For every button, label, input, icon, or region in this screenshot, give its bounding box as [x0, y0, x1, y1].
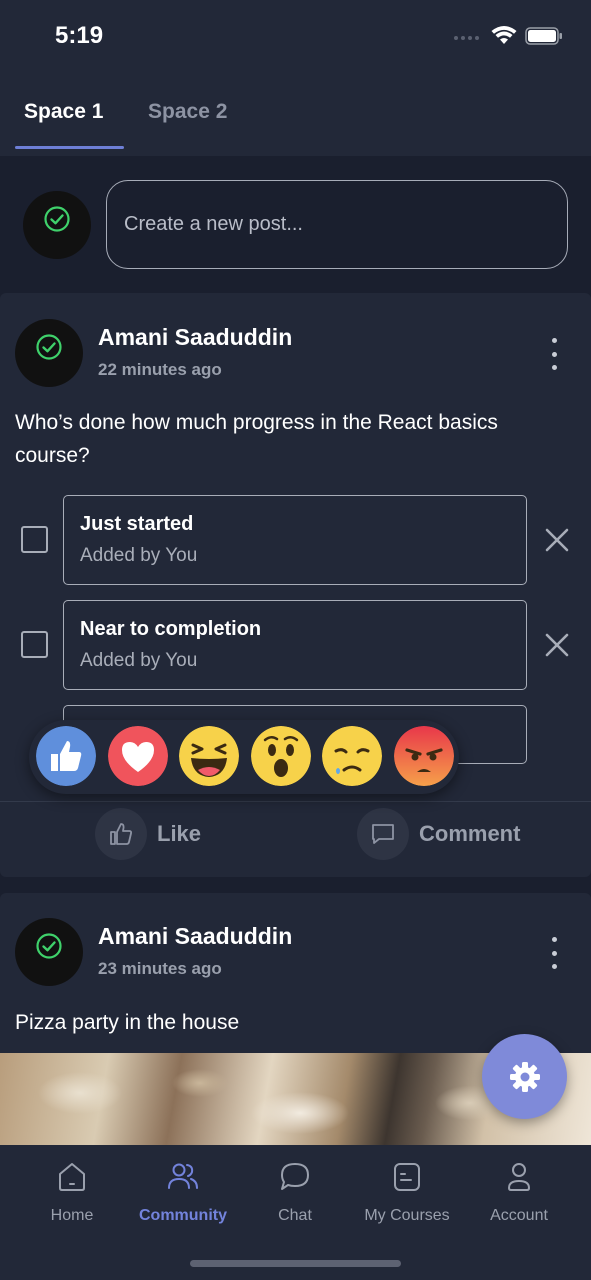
close-icon[interactable] — [544, 632, 570, 658]
avatar[interactable] — [23, 191, 91, 259]
settings-button[interactable] — [482, 1034, 567, 1119]
chat-icon — [281, 1163, 309, 1190]
home-indicator[interactable] — [190, 1260, 401, 1267]
comment-icon — [357, 808, 409, 860]
check-circle-icon — [36, 334, 62, 360]
post-time: 22 minutes ago — [98, 360, 222, 379]
more-options-icon[interactable] — [546, 338, 562, 370]
poll-option-title: Just started — [80, 513, 194, 535]
avatar[interactable] — [15, 319, 83, 387]
like-button[interactable]: Like — [95, 808, 201, 860]
love-reaction-icon[interactable] — [108, 726, 168, 786]
nav-account[interactable]: Account — [464, 1159, 574, 1225]
nav-my-courses-label: My Courses — [364, 1207, 450, 1224]
nav-home-label: Home — [50, 1207, 94, 1224]
like-icon — [95, 808, 147, 860]
nav-account-label: Account — [490, 1207, 548, 1224]
post-text: Pizza party in the house — [15, 1011, 240, 1034]
status-bar: 5:19 — [0, 0, 591, 76]
wow-reaction-icon[interactable] — [251, 726, 311, 786]
account-icon — [508, 1163, 530, 1191]
courses-icon — [394, 1163, 420, 1191]
gear-icon — [509, 1061, 540, 1092]
check-circle-icon — [36, 933, 62, 959]
poll-checkbox[interactable] — [21, 631, 48, 658]
nav-community[interactable]: Community — [128, 1159, 238, 1225]
more-options-icon[interactable] — [546, 937, 562, 969]
poll-option-subtitle: Added by You — [80, 650, 198, 671]
post-author[interactable]: Amani Saaduddin — [98, 923, 292, 950]
divider — [0, 801, 591, 802]
home-icon — [59, 1163, 85, 1191]
poll-option: Just started Added by You — [0, 495, 591, 585]
nav-chat-label: Chat — [278, 1207, 312, 1224]
poll-checkbox[interactable] — [21, 526, 48, 553]
sad-reaction-icon[interactable] — [322, 726, 382, 786]
comment-label: Comment — [419, 821, 521, 846]
angry-reaction-icon[interactable] — [394, 726, 454, 786]
reactions-picker — [29, 720, 459, 794]
signal-icon — [454, 36, 479, 40]
poll-option: Near to completion Added by You — [0, 600, 591, 690]
active-tab-indicator — [15, 146, 124, 149]
nav-community-label: Community — [139, 1207, 227, 1224]
like-label: Like — [157, 821, 202, 846]
close-icon[interactable] — [544, 527, 570, 553]
nav-chat[interactable]: Chat — [240, 1159, 350, 1225]
status-icons — [453, 26, 563, 46]
space-tabs: Space 1 Space 2 — [0, 76, 591, 156]
tab-space-1[interactable]: Space 1 — [24, 100, 103, 124]
comment-button[interactable]: Comment — [357, 808, 520, 860]
post-author[interactable]: Amani Saaduddin — [98, 324, 292, 351]
community-icon — [168, 1163, 198, 1189]
nav-my-courses[interactable]: My Courses — [352, 1159, 462, 1225]
check-circle-icon — [44, 206, 70, 232]
like-reaction-icon[interactable] — [36, 726, 96, 786]
post-text: Who’s done how much progress in the Reac… — [15, 411, 498, 467]
tab-space-2[interactable]: Space 2 — [148, 100, 227, 124]
poll-option-subtitle: Added by You — [80, 545, 198, 566]
poll-option-box[interactable]: Near to completion Added by You — [63, 600, 527, 690]
poll-option-title: Near to completion — [80, 618, 262, 640]
status-time: 5:19 — [55, 22, 104, 49]
haha-reaction-icon[interactable] — [179, 726, 239, 786]
post-time: 23 minutes ago — [98, 959, 222, 978]
avatar[interactable] — [15, 918, 83, 986]
create-post-input[interactable]: Create a new post... — [106, 180, 568, 269]
poll-option-box[interactable]: Just started Added by You — [63, 495, 527, 585]
nav-home[interactable]: Home — [17, 1159, 127, 1225]
post-composer: Create a new post... — [0, 156, 591, 284]
battery-icon — [525, 27, 562, 45]
wifi-icon — [491, 26, 517, 44]
